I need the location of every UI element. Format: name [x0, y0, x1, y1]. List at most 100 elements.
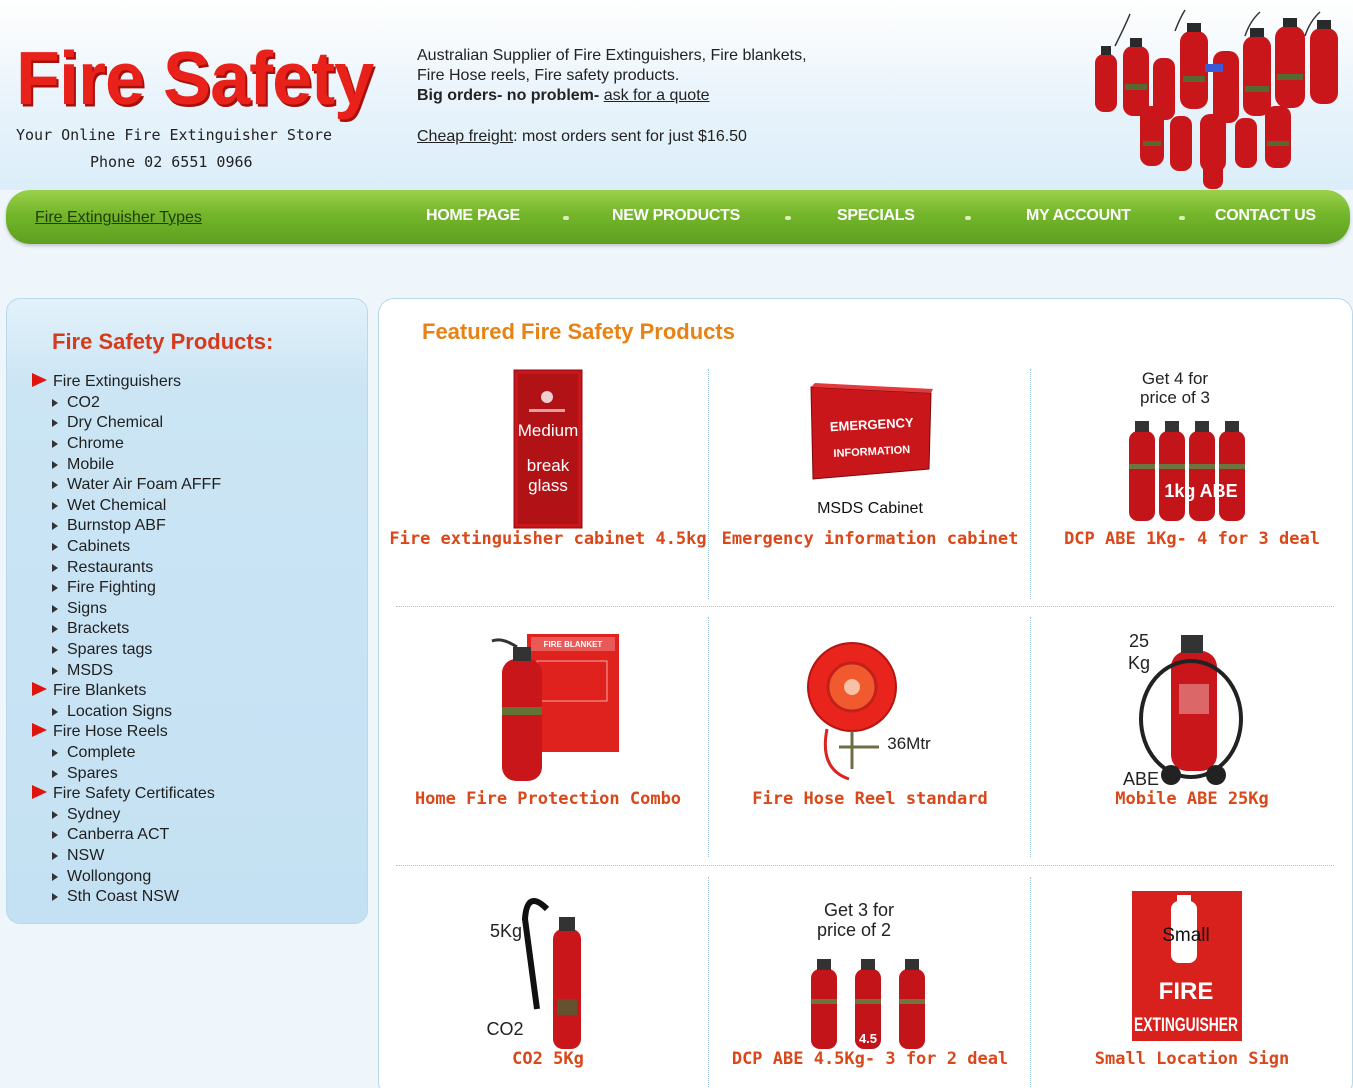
product-card[interactable]: EMERGENCY INFORMATION MSDS Cabinet Emerg… [709, 369, 1031, 609]
deal-image-text-3: 1kg ABE [1164, 481, 1237, 501]
category-label[interactable]: MSDS [67, 662, 113, 680]
category-label[interactable]: Dry Chemical [67, 414, 163, 432]
category-label[interactable]: Location Signs [67, 703, 172, 721]
product-name[interactable]: DCP ABE 1Kg- 4 for 3 deal [1031, 529, 1353, 550]
mobile-image-text-3: ABE [1123, 769, 1159, 789]
category-sub-item[interactable]: Fire Fighting [32, 578, 221, 599]
product-card[interactable]: Small FIRE EXTINGUISHER Small Location S… [1031, 889, 1353, 1088]
nav-specials[interactable]: SPECIALS [837, 207, 915, 225]
category-sub-item[interactable]: MSDS [32, 660, 221, 681]
category-label[interactable]: Fire Hose Reels [53, 723, 168, 741]
category-label[interactable]: Sydney [67, 806, 120, 824]
combo-image: FIRE BLANKET [491, 634, 619, 781]
category-label[interactable]: Fire Safety Certificates [53, 785, 215, 803]
category-sub-item[interactable]: Location Signs [32, 702, 221, 723]
triangle-bullet-icon [52, 584, 58, 593]
nav-home-page[interactable]: HOME PAGE [426, 207, 520, 225]
category-label[interactable]: Cabinets [67, 538, 130, 556]
category-main-item[interactable]: Fire Hose Reels [32, 722, 221, 743]
triangle-bullet-icon [52, 625, 58, 634]
product-card[interactable]: 25 Kg ABE Mobile ABE 25Kg [1031, 629, 1353, 869]
nav-my-account[interactable]: MY ACCOUNT [1026, 207, 1131, 225]
category-label[interactable]: Complete [67, 744, 135, 762]
category-sub-item[interactable]: Wollongong [32, 866, 221, 887]
category-label[interactable]: Burnstop ABF [67, 517, 166, 535]
product-name[interactable]: Fire extinguisher cabinet 4.5kg [387, 529, 709, 550]
category-list: Fire Extinguishers CO2 Dry Chemical Chrome M… [32, 372, 221, 907]
product-name[interactable]: Small Location Sign [1031, 1049, 1353, 1070]
category-sub-item[interactable]: Sth Coast NSW [32, 887, 221, 908]
category-label[interactable]: Signs [67, 600, 107, 618]
category-sub-item[interactable]: NSW [32, 846, 221, 867]
category-sub-item[interactable]: Restaurants [32, 557, 221, 578]
info-line-1: Australian Supplier of Fire Extinguisher… [417, 47, 807, 64]
category-main-item[interactable]: Fire Safety Certificates [32, 784, 221, 805]
cabinet-image-text-3: glass [528, 476, 568, 495]
emergency-cabinet-image: EMERGENCY INFORMATION MSDS Cabinet [810, 383, 933, 517]
cheap-freight-link[interactable]: Cheap freight [417, 128, 513, 145]
nav-contact-us[interactable]: CONTACT US [1215, 207, 1316, 225]
big-orders-line: Big orders- no problem- ask for a quote [417, 86, 877, 106]
featured-title: Featured Fire Safety Products [422, 319, 735, 344]
product-name[interactable]: CO2 5Kg [387, 1049, 709, 1070]
category-label[interactable]: Canberra ACT [67, 826, 169, 844]
category-sub-item[interactable]: Canberra ACT [32, 825, 221, 846]
product-card[interactable]: Medium break glass Fire extinguisher cab… [387, 369, 709, 609]
category-sub-item[interactable]: Brackets [32, 619, 221, 640]
category-label[interactable]: Sth Coast NSW [67, 888, 179, 906]
category-label[interactable]: NSW [67, 847, 104, 865]
red-arrow-icon [32, 785, 47, 800]
product-card[interactable]: Get 4 for price of 3 1kg ABE DCP ABE 1Kg… [1031, 369, 1353, 609]
category-sub-item[interactable]: Spares [32, 763, 221, 784]
category-label[interactable]: Wet Chemical [67, 497, 166, 515]
category-sub-item[interactable]: Cabinets [32, 537, 221, 558]
category-sub-item[interactable]: Water Air Foam AFFF [32, 475, 221, 496]
category-main-item[interactable]: Fire Blankets [32, 681, 221, 702]
site-logo[interactable]: Fire Safety [16, 36, 374, 122]
product-name[interactable]: DCP ABE 4.5Kg- 3 for 2 deal [709, 1049, 1031, 1070]
product-name[interactable]: Home Fire Protection Combo [387, 789, 709, 810]
sign-image-text-1: Small [1162, 925, 1210, 946]
category-sub-item[interactable]: Dry Chemical [32, 413, 221, 434]
category-label[interactable]: Spares tags [67, 641, 152, 659]
category-label[interactable]: Fire Fighting [67, 579, 156, 597]
deal-image-text-2: price of 3 [1140, 388, 1210, 407]
category-main-item[interactable]: Fire Extinguishers [32, 372, 221, 393]
product-card[interactable]: Get 3 for price of 2 4.5 DCP ABE 4.5Kg- … [709, 889, 1031, 1088]
product-card[interactable]: 36Mtr Fire Hose Reel standard [709, 629, 1031, 869]
hose-reel-image: 36Mtr [807, 642, 931, 781]
category-sub-item[interactable]: Complete [32, 743, 221, 764]
product-card[interactable]: 5Kg CO2 CO2 5Kg [387, 889, 709, 1088]
ask-quote-link[interactable]: ask for a quote [604, 87, 710, 104]
triangle-bullet-icon [52, 440, 58, 449]
co2-image-text-2: CO2 [486, 1019, 523, 1039]
category-sub-item[interactable]: Sydney [32, 804, 221, 825]
category-label[interactable]: CO2 [67, 394, 100, 412]
category-label[interactable]: Brackets [67, 620, 129, 638]
product-name[interactable]: Mobile ABE 25Kg [1031, 789, 1353, 810]
emergency-image-text-3: MSDS Cabinet [817, 500, 923, 517]
category-label[interactable]: Mobile [67, 456, 114, 474]
category-label[interactable]: Restaurants [67, 559, 153, 577]
category-sub-item[interactable]: Chrome [32, 434, 221, 455]
product-name[interactable]: Fire Hose Reel standard [709, 789, 1031, 810]
category-sub-item[interactable]: CO2 [32, 393, 221, 414]
category-sub-item[interactable]: Mobile [32, 454, 221, 475]
category-label[interactable]: Spares [67, 765, 118, 783]
category-sub-item[interactable]: Spares tags [32, 640, 221, 661]
product-categories-sidebar: Fire Safety Products: Fire Extinguishers… [6, 298, 368, 924]
freight-text: : most orders sent for just $16.50 [513, 128, 747, 145]
nav-new-products[interactable]: NEW PRODUCTS [612, 207, 740, 225]
category-sub-item[interactable]: Wet Chemical [32, 496, 221, 517]
category-label[interactable]: Chrome [67, 435, 124, 453]
product-name[interactable]: Emergency information cabinet [709, 529, 1031, 550]
category-label[interactable]: Fire Blankets [53, 682, 146, 700]
product-card[interactable]: FIRE BLANKET Home Fire Protection Combo [387, 629, 709, 869]
category-sub-item[interactable]: Burnstop ABF [32, 516, 221, 537]
category-sub-item[interactable]: Signs [32, 599, 221, 620]
category-label[interactable]: Wollongong [67, 868, 151, 886]
category-label[interactable]: Water Air Foam AFFF [67, 476, 221, 494]
header-info: Australian Supplier of Fire Extinguisher… [417, 46, 877, 147]
category-label[interactable]: Fire Extinguishers [53, 373, 181, 391]
nav-fire-extinguisher-types-link[interactable]: Fire Extinguisher Types [35, 209, 202, 227]
